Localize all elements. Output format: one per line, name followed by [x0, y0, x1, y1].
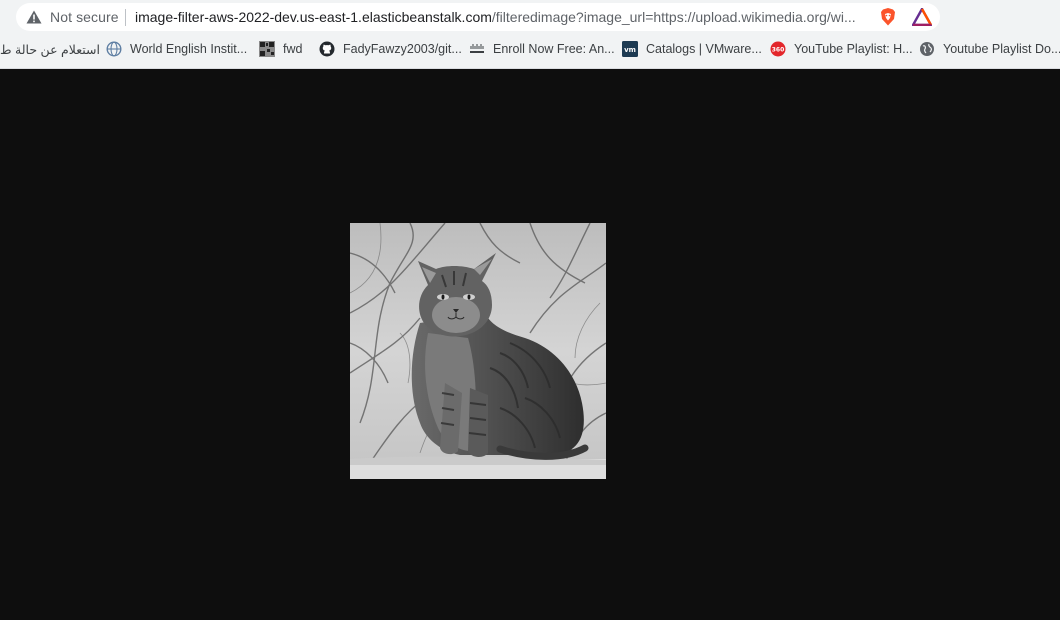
- security-status-label[interactable]: Not secure: [50, 9, 119, 25]
- filtered-cat-image[interactable]: [350, 223, 606, 479]
- bookmark-fwd[interactable]: fwd: [259, 37, 302, 61]
- bookmark-label: Catalogs | VMware...: [646, 42, 762, 56]
- url-path: /filteredimage?image_url=https://upload.…: [491, 9, 856, 25]
- bookmark-label: استعلام عن حالة ط: [0, 42, 100, 57]
- bookmark-label: Youtube Playlist Do...: [943, 42, 1060, 56]
- bookmarks-bar: استعلام عن حالة ط World English Instit..…: [0, 37, 1060, 61]
- bookmark-label: YouTube Playlist: H...: [794, 42, 913, 56]
- bookmark-label: fwd: [283, 42, 303, 56]
- browser-chrome: Not secure image-filter-aws-2022-dev.us-…: [0, 0, 1060, 69]
- brave-rewards-icon[interactable]: [912, 8, 932, 26]
- bookmark-label: World English Instit...: [130, 42, 248, 56]
- warning-icon[interactable]: [26, 10, 42, 24]
- bookmark-cisco[interactable]: Enroll Now Free: An...: [469, 37, 615, 61]
- globe-icon: [106, 41, 122, 57]
- cisco-icon: [470, 44, 484, 53]
- cat-photo-graphic: [350, 223, 606, 479]
- brave-shields-icon[interactable]: [878, 7, 898, 27]
- github-icon: [319, 41, 335, 57]
- bookmark-label: Enroll Now Free: An...: [493, 42, 615, 56]
- qr-icon: [259, 41, 275, 57]
- url-host: image-filter-aws-2022-dev.us-east-1.elas…: [135, 9, 492, 25]
- address-bar[interactable]: Not secure image-filter-aws-2022-dev.us-…: [16, 3, 940, 31]
- svg-text:360: 360: [772, 47, 785, 54]
- bookmark-github[interactable]: FadyFawzy2003/git...: [319, 37, 462, 61]
- url-text[interactable]: image-filter-aws-2022-dev.us-east-1.elas…: [135, 9, 877, 25]
- omnibox-divider: [125, 9, 126, 26]
- bookmark-vmware[interactable]: vm Catalogs | VMware...: [622, 37, 762, 61]
- vmware-icon: vm: [622, 41, 638, 57]
- 360-icon: 360: [770, 41, 786, 57]
- bookmark-label: FadyFawzy2003/git...: [343, 42, 462, 56]
- svg-text:vm: vm: [624, 46, 636, 54]
- globe-icon: [920, 42, 934, 56]
- bookmark-youtube-playlist-do[interactable]: Youtube Playlist Do...: [919, 37, 1060, 61]
- bookmark-world-english[interactable]: World English Instit...: [106, 37, 247, 61]
- bookmark-youtube-playlist-h[interactable]: 360 YouTube Playlist: H...: [770, 37, 913, 61]
- bookmark-rtl[interactable]: استعلام عن حالة ط: [0, 37, 100, 61]
